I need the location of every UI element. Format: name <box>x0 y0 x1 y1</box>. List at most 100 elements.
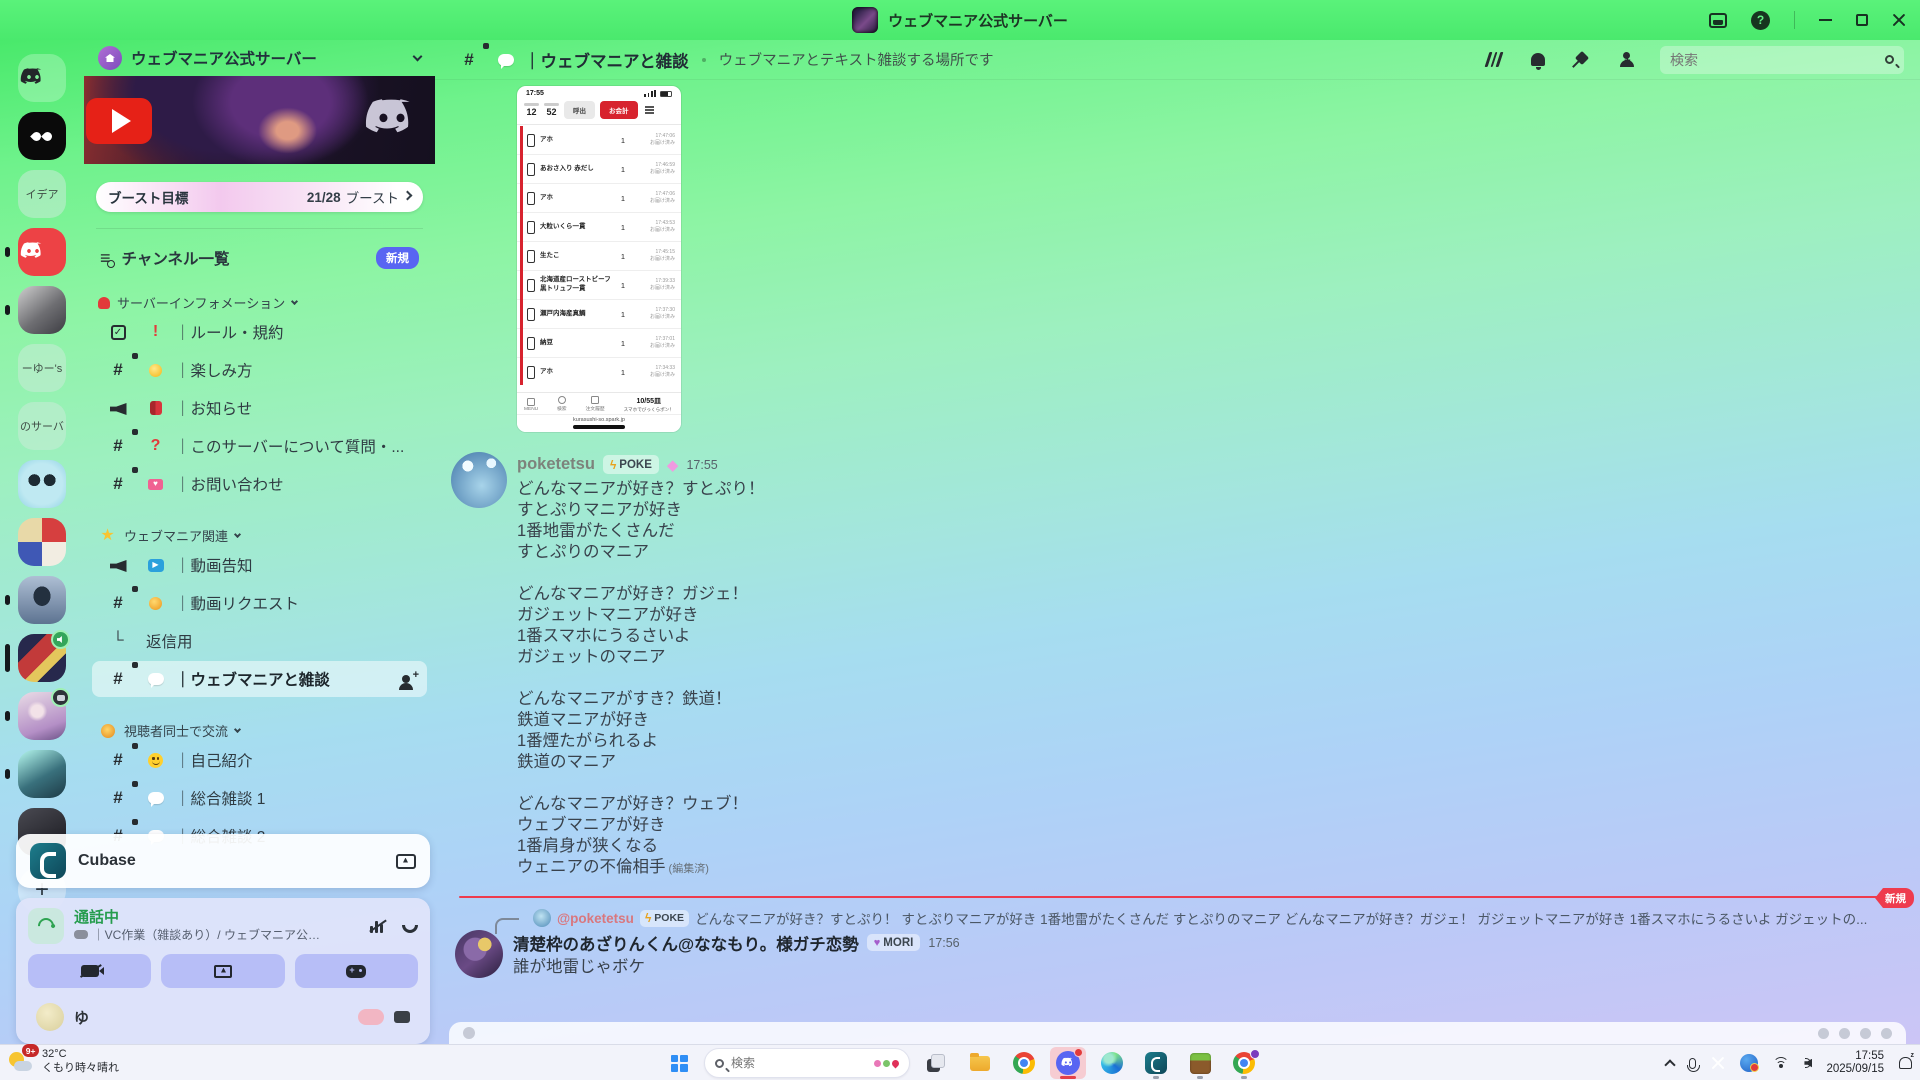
section-viewer-exchange[interactable]: 視聴者同士で交流 <box>98 721 421 740</box>
search-input[interactable] <box>1670 52 1877 68</box>
edge-button[interactable] <box>1094 1047 1130 1079</box>
channel-rules[interactable]: ✓ ! ｜ルール・規約 <box>92 314 427 350</box>
channel-webmania-chat-selected[interactable]: # ｜ウェブマニアと雑談 + <box>92 661 427 697</box>
reply-mention[interactable]: @poketetsu <box>557 911 634 926</box>
server-icon-teal[interactable] <box>18 750 66 798</box>
message-author[interactable]: poketetsu <box>517 455 595 474</box>
channel-video-announcements[interactable]: ▶ ｜動画告知 <box>92 547 427 583</box>
window-title: ウェブマニア公式サーバー <box>888 10 1068 31</box>
app-tray-icon[interactable] <box>1740 1054 1758 1072</box>
reply-context[interactable]: @poketetsu ϟPOKE どんなマニアが好き？すとぷり！ すとぷりマニア… <box>533 908 1880 928</box>
avatar[interactable] <box>451 452 507 508</box>
server-icon-server[interactable]: のサーバ <box>18 402 66 450</box>
close-button[interactable] <box>1892 13 1906 27</box>
server-icon-quotes[interactable] <box>18 112 66 160</box>
chrome-button[interactable] <box>1006 1047 1042 1079</box>
message-azarin[interactable]: 清楚枠のあざりんくん@ななもり。様ガチ恋勢 ♥MORI 17:56 誰が地雷じゃ… <box>451 930 1920 978</box>
boost-goal-bar[interactable]: ブースト目標 21/28 ブースト <box>96 182 423 212</box>
sticker-icon[interactable] <box>1860 1028 1871 1039</box>
channel-topic[interactable]: ウェブマニアとテキスト雑談する場所です <box>719 49 994 70</box>
tray-overflow-chevron-icon[interactable] <box>1665 1059 1676 1070</box>
server-icon-yuu[interactable]: ーゆー's <box>18 344 66 392</box>
screen-share-button[interactable] <box>161 954 284 988</box>
stream-icon[interactable] <box>396 854 416 869</box>
weather-widget[interactable]: 9+ 32°C くもり時々晴れ <box>8 1048 119 1075</box>
channel-contact[interactable]: # ♥ ｜お問い合わせ <box>92 466 427 502</box>
hamburger-menu-icon[interactable] <box>645 106 654 114</box>
file-explorer-button[interactable] <box>962 1047 998 1079</box>
call-staff-button[interactable]: 呼出 <box>564 101 595 119</box>
message-scroll-area[interactable]: 17:55 12 52 呼出 お会計 アホ117:47:06お届け済み <box>435 80 1920 1044</box>
disconnect-call-icon[interactable] <box>402 925 418 933</box>
member-list-icon[interactable]: + <box>1616 50 1636 70</box>
section-webmania-related[interactable]: ★ ウェブマニア関連 <box>98 526 421 545</box>
server-icon-red-discord[interactable] <box>18 228 66 276</box>
reply-quote[interactable]: どんなマニアが好き？すとぷり！ すとぷりマニアが好き 1番地雷がたくさんだ すと… <box>695 908 1867 928</box>
server-icon-anime-girl[interactable] <box>18 692 66 740</box>
message-poketetsu[interactable]: poketetsu ϟPOKE ◆ 17:55 どんなマニアが好き？すとぷり！ … <box>451 452 1920 880</box>
minecraft-button[interactable] <box>1182 1047 1218 1079</box>
chrome-profile-button[interactable] <box>1226 1047 1262 1079</box>
chat-search-box[interactable] <box>1660 46 1904 74</box>
camera-toggle-button[interactable] <box>28 954 151 988</box>
voice-user-row[interactable]: ゆ <box>28 1000 418 1034</box>
message-author[interactable]: 清楚枠のあざりんくん@ななもり。様ガチ恋勢 <box>513 931 859 955</box>
pinned-messages-icon[interactable] <box>1572 50 1592 70</box>
add-members-icon[interactable]: + <box>402 675 419 683</box>
checkout-button[interactable]: お会計 <box>600 101 638 119</box>
microphone-tray-icon[interactable] <box>1689 1058 1696 1069</box>
server-header[interactable]: ウェブマニア公式サーバー <box>84 40 435 76</box>
home-indicator <box>573 425 625 429</box>
maximize-button[interactable] <box>1856 14 1868 26</box>
help-icon[interactable]: ? <box>1751 11 1770 30</box>
channel-self-introduction[interactable]: # ｜自己紹介 <box>92 742 427 778</box>
message-input-bar[interactable] <box>449 1022 1906 1044</box>
channel-announcements[interactable]: ｜お知らせ <box>92 390 427 426</box>
attachment-image-sushi-order-app[interactable]: 17:55 12 52 呼出 お会計 アホ117:47:06お届け済み <box>517 86 681 432</box>
volume-icon[interactable] <box>1804 1058 1811 1068</box>
phone-icon <box>527 134 535 147</box>
channel-server-questions[interactable]: # ? ｜このサーバーについて質問・... <box>92 428 427 464</box>
x-tray-icon[interactable] <box>1711 1056 1725 1070</box>
server-icon-suit[interactable] <box>18 576 66 624</box>
channel-browser-item[interactable]: ≡ チャンネル一覧 新規 <box>100 247 419 269</box>
discord-button-active[interactable] <box>1050 1047 1086 1079</box>
taskbar-search-box[interactable] <box>704 1048 910 1078</box>
server-icon-pixel-active[interactable] <box>18 634 66 682</box>
nav-search[interactable]: 検索 <box>557 396 567 412</box>
nav-menu[interactable]: MENU <box>524 398 538 412</box>
message-reply-wrap[interactable]: @poketetsu ϟPOKE どんなマニアが好き？すとぷり！ すとぷりマニア… <box>451 908 1920 978</box>
activities-button[interactable] <box>295 954 418 988</box>
question-emoji-icon: ? <box>146 437 165 456</box>
channel-reply-thread[interactable]: └ 返信用 <box>92 623 427 659</box>
server-icon-festive[interactable] <box>18 518 66 566</box>
channel-how-to-enjoy[interactable]: # ｜楽しみ方 <box>92 352 427 388</box>
gift-icon[interactable] <box>1818 1028 1829 1039</box>
noise-suppression-icon[interactable] <box>370 919 386 933</box>
emoji-icon[interactable] <box>1881 1028 1892 1039</box>
wifi-icon[interactable] <box>1773 1057 1789 1069</box>
taskbar-search-input[interactable] <box>731 1056 867 1070</box>
channel-general-chat-1[interactable]: # ｜総合雑談 1 <box>92 780 427 816</box>
server-icon-idea[interactable]: イデア <box>18 170 66 218</box>
minimize-button[interactable] <box>1819 19 1832 21</box>
task-view-button[interactable] <box>918 1047 954 1079</box>
start-button[interactable] <box>662 1048 696 1078</box>
channel-video-requests[interactable]: # ｜動画リクエスト <box>92 585 427 621</box>
gif-icon[interactable] <box>1839 1028 1850 1039</box>
notifications-bell-icon[interactable] <box>1528 50 1548 70</box>
home-button[interactable] <box>18 54 66 102</box>
call-channel-path[interactable]: ｜VC作業（雑談あり）/ ウェブマニア公式... <box>93 926 324 943</box>
clock[interactable]: 17:55 2025/09/15 <box>1826 1050 1884 1077</box>
avatar[interactable] <box>455 930 503 978</box>
nav-order-history[interactable]: 注文履歴 <box>585 396 604 412</box>
order-list[interactable]: アホ117:47:06お届け済み あおさ入り 赤だし117:46:59お届け済み… <box>517 126 681 385</box>
threads-icon[interactable] <box>1484 50 1504 70</box>
server-icon-face[interactable] <box>18 460 66 508</box>
cubase-button[interactable] <box>1138 1047 1174 1079</box>
inbox-icon[interactable] <box>1709 13 1727 28</box>
section-server-information[interactable]: サーバーインフォメーション <box>98 293 421 312</box>
notification-bell-dnd-icon[interactable] <box>1899 1057 1912 1069</box>
server-icon-art[interactable] <box>18 286 66 334</box>
attach-plus-icon[interactable] <box>463 1027 475 1039</box>
